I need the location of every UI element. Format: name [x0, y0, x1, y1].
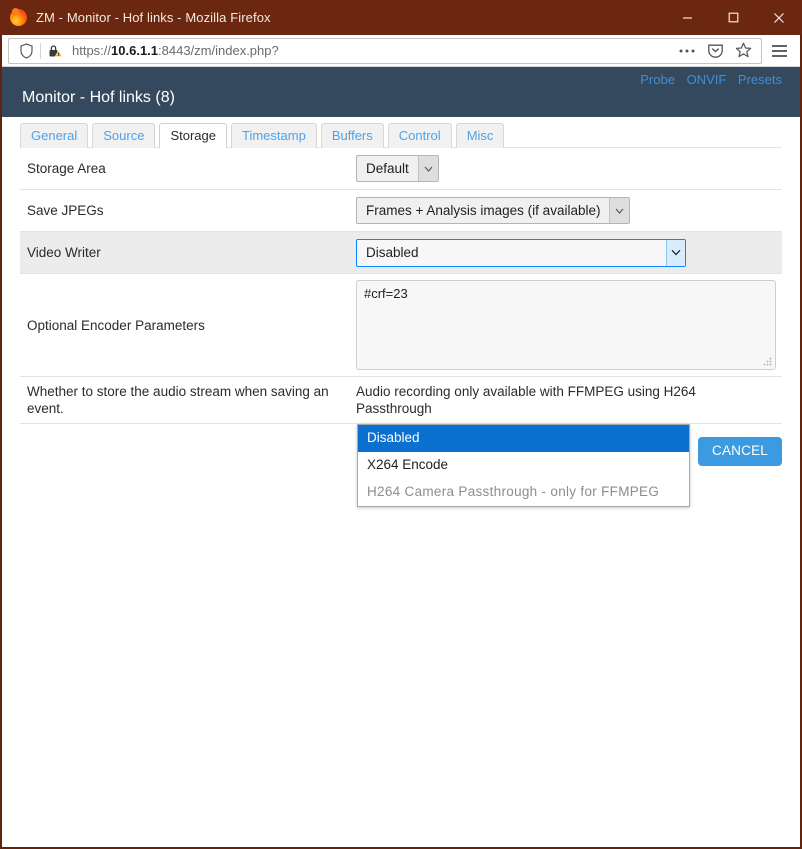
audio-note: Audio recording only available with FFMP…	[356, 384, 696, 416]
chevron-down-icon[interactable]	[666, 239, 685, 266]
cancel-button[interactable]: CANCEL	[698, 437, 782, 466]
maximize-button[interactable]	[710, 0, 756, 35]
label-audio: Whether to store the audio stream when s…	[27, 384, 329, 416]
close-button[interactable]	[756, 0, 802, 35]
label-save-jpegs: Save JPEGs	[27, 203, 104, 218]
save-jpegs-value: Frames + Analysis images (if available)	[366, 203, 601, 218]
label-video-writer: Video Writer	[27, 245, 101, 260]
row-audio: Whether to store the audio stream when s…	[20, 376, 782, 423]
storage-area-select[interactable]: Default	[356, 155, 439, 182]
chevron-down-icon	[417, 156, 438, 181]
link-probe[interactable]: Probe	[640, 72, 675, 87]
tab-buffers[interactable]: Buffers	[320, 123, 384, 148]
tab-source[interactable]: Source	[92, 123, 156, 148]
navigation-toolbar: https://10.6.1.1:8443/zm/index.php?	[2, 35, 800, 67]
insecure-lock-warning-icon[interactable]	[42, 39, 68, 63]
label-storage-area: Storage Area	[27, 161, 106, 176]
video-writer-value: Disabled	[366, 245, 419, 260]
row-encoder-parameters: Optional Encoder Parameters #crf=23	[20, 273, 782, 376]
minimize-button[interactable]	[664, 0, 710, 35]
row-storage-area: Storage Area Default	[20, 147, 782, 189]
app-header: Probe ONVIF Presets Monitor - Hof links …	[2, 67, 800, 117]
page-title: Monitor - Hof links (8)	[22, 89, 175, 106]
tab-general[interactable]: General	[20, 123, 89, 148]
save-jpegs-select[interactable]: Frames + Analysis images (if available)	[356, 197, 631, 224]
hamburger-menu-icon[interactable]	[764, 38, 794, 64]
title-bar: ZM - Monitor - Hof links - Mozilla Firef…	[0, 0, 802, 35]
dropdown-option-h264-passthrough[interactable]: H264 Camera Passthrough - only for FFMPE…	[358, 479, 689, 506]
storage-settings-form: Storage Area Default Save JPEGs Frames +…	[2, 147, 800, 507]
pocket-icon[interactable]	[701, 38, 729, 64]
url-divider	[40, 42, 41, 59]
tab-bar: General Source Storage Timestamp Buffers…	[2, 117, 800, 148]
tab-control[interactable]: Control	[387, 123, 452, 148]
firefox-logo-icon	[10, 9, 27, 26]
link-onvif[interactable]: ONVIF	[687, 72, 727, 87]
url-bar[interactable]: https://10.6.1.1:8443/zm/index.php?	[8, 37, 762, 64]
link-presets[interactable]: Presets	[738, 72, 782, 87]
resize-grip-icon[interactable]	[763, 357, 772, 366]
encoder-parameters-textarea[interactable]: #crf=23	[356, 280, 776, 370]
window-controls	[664, 0, 802, 35]
browser-window: ZM - Monitor - Hof links - Mozilla Firef…	[0, 0, 802, 849]
storage-area-value: Default	[366, 161, 409, 176]
tab-misc[interactable]: Misc	[455, 123, 505, 148]
encoder-parameters-value: #crf=23	[364, 286, 408, 301]
bookmark-star-icon[interactable]	[729, 38, 757, 64]
dropdown-option-disabled[interactable]: Disabled	[358, 425, 689, 452]
chevron-down-icon	[609, 198, 630, 223]
video-writer-dropdown[interactable]: Disabled X264 Encode H264 Camera Passthr…	[357, 424, 690, 507]
row-save-jpegs: Save JPEGs Frames + Analysis images (if …	[20, 189, 782, 231]
label-encoder-parameters: Optional Encoder Parameters	[27, 317, 205, 333]
row-video-writer: Video Writer Disabled	[20, 231, 782, 273]
video-writer-select[interactable]: Disabled	[356, 238, 686, 267]
dropdown-option-x264-encode[interactable]: X264 Encode	[358, 452, 689, 479]
tab-storage[interactable]: Storage	[159, 123, 227, 148]
tracking-protection-shield-icon[interactable]	[13, 39, 39, 63]
url-bar-actions	[673, 38, 757, 64]
header-links: Probe ONVIF Presets	[632, 72, 782, 87]
window-title: ZM - Monitor - Hof links - Mozilla Firef…	[36, 10, 271, 25]
page-actions-ellipsis-icon[interactable]	[673, 38, 701, 64]
tab-timestamp[interactable]: Timestamp	[231, 123, 317, 148]
url-text[interactable]: https://10.6.1.1:8443/zm/index.php?	[68, 43, 279, 58]
